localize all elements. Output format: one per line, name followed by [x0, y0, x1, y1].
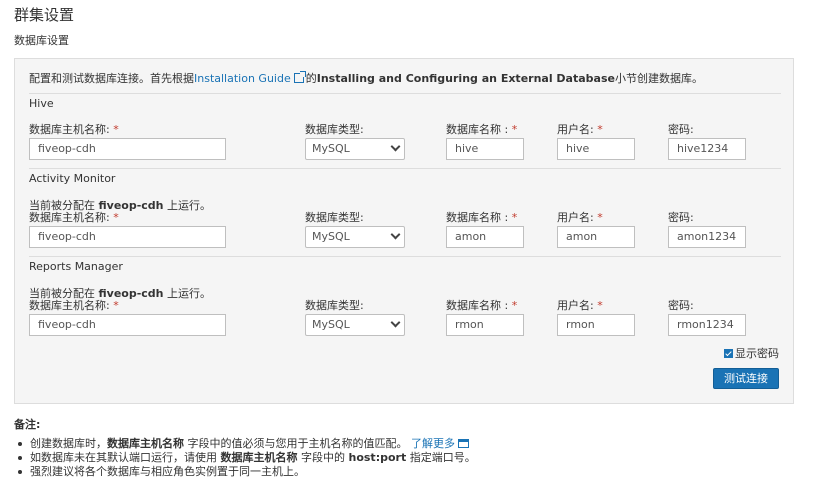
section-title-hive: Hive [29, 97, 54, 110]
dbname-label: 数据库名称 : * [446, 123, 518, 136]
password-label: 密码: [668, 299, 694, 312]
hive-type-select[interactable]: MySQL [305, 138, 405, 160]
list-item: 创建数据库时，数据库主机名称 字段中的值必须与您用于主机名称的值匹配。 了解更多 [16, 437, 476, 451]
installation-guide-link[interactable]: Installation Guide [194, 72, 291, 85]
dbname-label: 数据库名称 : * [446, 299, 518, 312]
type-label: 数据库类型: [305, 299, 364, 312]
host-label: 数据库主机名称: * [29, 211, 119, 224]
divider [29, 93, 781, 94]
hive-user-input[interactable]: hive [557, 138, 635, 160]
database-setup-panel: 配置和测试数据库连接。首先根据Installation Guide 的Instal… [14, 58, 794, 404]
checkbox-checked-icon[interactable] [724, 348, 733, 358]
type-label: 数据库类型: [305, 211, 364, 224]
section-title-activity-monitor: Activity Monitor [29, 172, 116, 185]
password-label: 密码: [668, 211, 694, 224]
hive-host-input[interactable]: fiveop-cdh [29, 138, 226, 160]
notes-list: 创建数据库时，数据库主机名称 字段中的值必须与您用于主机名称的值匹配。 了解更多… [16, 437, 476, 479]
notes-title: 备注: [14, 418, 41, 431]
rmon-dbname-input[interactable]: rmon [446, 314, 524, 336]
host-label: 数据库主机名称: * [29, 299, 119, 312]
rmon-host-input[interactable]: fiveop-cdh [29, 314, 226, 336]
window-icon [458, 439, 469, 448]
intro-before: 配置和测试数据库连接。首先根据 [29, 72, 194, 85]
amon-host-input[interactable]: fiveop-cdh [29, 226, 226, 248]
test-connection-button[interactable]: 测试连接 [713, 368, 779, 389]
show-password-toggle[interactable]: 显示密码 [724, 345, 779, 361]
divider [29, 168, 781, 169]
intro-mid: 的 [305, 72, 317, 85]
intro-bold: Installing and Configuring an External D… [316, 72, 615, 85]
hive-password-input[interactable]: hive1234 [668, 138, 746, 160]
section-title-reports-manager: Reports Manager [29, 260, 123, 273]
user-label: 用户名: * [557, 123, 603, 136]
amon-type-select[interactable]: MySQL [305, 226, 405, 248]
external-link-icon [293, 71, 306, 83]
amon-user-input[interactable]: amon [557, 226, 635, 248]
learn-more-link[interactable]: 了解更多 [411, 437, 455, 450]
hive-dbname-input[interactable]: hive [446, 138, 524, 160]
intro-text: 配置和测试数据库连接。首先根据Installation Guide 的Instal… [29, 70, 703, 86]
chevron-down-icon [390, 141, 401, 152]
dbname-label: 数据库名称 : * [446, 211, 518, 224]
divider [29, 256, 781, 257]
type-label: 数据库类型: [305, 123, 364, 136]
user-label: 用户名: * [557, 299, 603, 312]
password-label: 密码: [668, 123, 694, 136]
list-item: 强烈建议将各个数据库与相应角色实例置于同一主机上。 [16, 465, 476, 479]
show-password-label: 显示密码 [735, 347, 779, 360]
host-label: 数据库主机名称: * [29, 123, 119, 136]
amon-dbname-input[interactable]: amon [446, 226, 524, 248]
user-label: 用户名: * [557, 211, 603, 224]
intro-after: 小节创建数据库。 [614, 72, 703, 85]
chevron-down-icon [390, 229, 401, 240]
rmon-password-input[interactable]: rmon1234 [668, 314, 746, 336]
chevron-down-icon [390, 317, 401, 328]
page-subtitle: 数据库设置 [14, 34, 69, 47]
list-item: 如数据库未在其默认端口运行，请使用 数据库主机名称 字段中的 host:port… [16, 451, 476, 465]
page-title: 群集设置 [14, 6, 75, 24]
amon-password-input[interactable]: amon1234 [668, 226, 746, 248]
rmon-type-select[interactable]: MySQL [305, 314, 405, 336]
rmon-user-input[interactable]: rmon [557, 314, 635, 336]
